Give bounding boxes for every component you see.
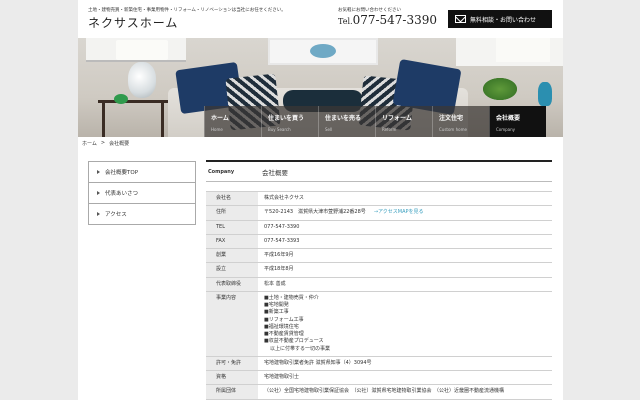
breadcrumb: ホーム > 会社概要 xyxy=(82,140,129,147)
sidebar-item-greeting[interactable]: 代表あいさつ xyxy=(88,183,196,204)
site-logo[interactable]: ネクサスホーム xyxy=(88,14,178,31)
row-key: 事業内容 xyxy=(206,290,258,357)
sidebar-menu: 会社概要TOP 代表あいさつ アクセス xyxy=(88,161,196,225)
breadcrumb-current: 会社概要 xyxy=(109,141,130,147)
business-item: ■収益不動産プロデュース xyxy=(264,338,324,345)
row-key: 資格 xyxy=(206,369,258,386)
sidebar-item-access[interactable]: アクセス xyxy=(88,204,196,225)
business-item: ■福祉環境住宅 xyxy=(264,323,299,330)
nav-item-sub: Buy Search xyxy=(268,127,291,132)
table-row: 資格 宅地建物取引士 xyxy=(206,369,552,386)
address-text: 〒520-2143 滋賀県大津市萱野浦22番28号 xyxy=(264,209,366,216)
sidebar-item-company-top[interactable]: 会社概要TOP xyxy=(88,162,196,183)
hero-plant xyxy=(483,78,517,100)
nav-item-sell[interactable]: 住まいを売る Sell xyxy=(318,106,375,137)
row-key: FAX xyxy=(206,233,258,250)
page-container: 土地・建物売買・新築住宅・事業用物件・リフォーム・リノベーションは当社にお任せく… xyxy=(78,0,563,400)
row-key: 設立 xyxy=(206,262,258,278)
nav-item-reform[interactable]: リフォーム Reform xyxy=(375,106,432,137)
tel-prefix: Tel. xyxy=(338,17,353,26)
contact-button[interactable]: 無料相談・お問い合わせ xyxy=(448,10,552,28)
table-row: FAX 077-547-3393 xyxy=(206,233,552,250)
company-info-table: 会社名 株式会社ネクサス 住所 〒520-2143 滋賀県大津市萱野浦22番28号 →… xyxy=(206,190,552,400)
triangle-right-icon xyxy=(97,191,100,195)
nav-item-label: 住まいを売る xyxy=(325,115,362,122)
business-item: ■土地・建物売買・仲介 xyxy=(264,294,319,301)
row-key: 会社名 xyxy=(206,190,258,207)
access-map-link[interactable]: →アクセスMAPを見る xyxy=(374,209,424,215)
row-value: 宅地建物取引業者免許 滋賀県知事（4）3094号 xyxy=(258,355,552,372)
triangle-right-icon xyxy=(97,170,100,174)
nav-item-sub: Home xyxy=(211,127,223,132)
triangle-right-icon xyxy=(97,212,100,216)
nav-item-custom-home[interactable]: 注文住宅 Custom home xyxy=(432,106,489,137)
row-value: 松本 善成 xyxy=(258,276,552,292)
page-title-jp: 会社概要 xyxy=(262,168,288,177)
row-value: 平成18年8月 xyxy=(258,262,552,278)
row-value: ■土地・建物売買・仲介 ■宅地開発 ■新築工事 ■リフォーム工事 ■福祉環境住宅… xyxy=(258,290,552,357)
hero-side-table xyxy=(98,100,168,137)
business-item: ■新築工事 xyxy=(264,309,289,316)
row-key: 許可・免許 xyxy=(206,355,258,372)
business-item-extra: 以上に付帯する一切の事業 xyxy=(270,345,331,352)
row-value: 077-547-3390 xyxy=(258,219,552,235)
sidebar-item-label: 会社概要TOP xyxy=(105,170,139,176)
tel-number: 077-547-3390 xyxy=(352,13,438,27)
table-row: 住所 〒520-2143 滋賀県大津市萱野浦22番28号 →アクセスMAPを見る xyxy=(206,205,552,221)
table-row: 設立 平成18年8月 xyxy=(206,262,552,278)
table-row: 事業内容 ■土地・建物売買・仲介 ■宅地開発 ■新築工事 ■リフォーム工事 ■福… xyxy=(206,290,552,357)
nav-item-label: ホーム xyxy=(211,115,229,122)
nav-item-buy[interactable]: 住まいを買う Buy Search xyxy=(261,106,318,137)
nav-item-sub: Reform xyxy=(382,127,397,132)
page-title-en: Company xyxy=(208,168,235,175)
table-row: 会社名 株式会社ネクサス xyxy=(206,190,552,207)
sidebar-item-label: アクセス xyxy=(105,212,127,218)
nav-item-label: 会社概要 xyxy=(496,115,521,122)
row-value: （公社）全国宅地建物取引業保証協会 （公社）滋賀県宅地建物取引業協会 （公社）近… xyxy=(258,384,552,400)
nav-item-sub: Custom home xyxy=(439,127,467,132)
nav-item-label: リフォーム xyxy=(382,115,412,122)
row-key: 所属団体 xyxy=(206,384,258,400)
row-key: 代表取締役 xyxy=(206,276,258,292)
nav-item-label: 注文住宅 xyxy=(439,115,464,122)
hero-lamp-base xyxy=(128,62,156,98)
global-nav: ホーム Home 住まいを買う Buy Search 住まいを売る Sell リフォー… xyxy=(204,106,563,137)
hero-wall-art xyxy=(268,38,378,65)
sidebar-item-label: 代表あいさつ xyxy=(105,191,139,197)
hero-lamp-shade xyxy=(116,40,168,60)
row-key: 住所 xyxy=(206,205,258,221)
business-item: ■リフォーム工事 xyxy=(264,316,304,323)
row-value: 平成16年9月 xyxy=(258,247,552,264)
header-tagline: 土地・建物売買・新築住宅・事業用物件・リフォーム・リノベーションは当社にお任せく… xyxy=(88,8,286,13)
breadcrumb-separator: > xyxy=(100,140,106,146)
nav-item-sub: Sell xyxy=(325,127,333,132)
mail-icon xyxy=(455,15,466,23)
nav-item-sub: Company xyxy=(496,127,516,132)
row-key: 創業 xyxy=(206,247,258,264)
hero-wall-art-inner xyxy=(310,44,336,58)
breadcrumb-home[interactable]: ホーム xyxy=(82,140,97,147)
business-item: ■宅地開発 xyxy=(264,302,289,308)
header-tel: Tel.077-547-3390 xyxy=(338,13,437,27)
nav-item-label: 住まいを買う xyxy=(268,115,305,122)
row-value: 〒520-2143 滋賀県大津市萱野浦22番28号 →アクセスMAPを見る xyxy=(258,205,552,221)
row-value: 株式会社ネクサス xyxy=(258,190,552,207)
hero-vase xyxy=(538,82,552,106)
table-row: 代表取締役 松本 善成 xyxy=(206,276,552,292)
table-row: 創業 平成16年9月 xyxy=(206,247,552,264)
row-key: TEL xyxy=(206,219,258,235)
table-row: 所属団体 （公社）全国宅地建物取引業保証協会 （公社）滋賀県宅地建物取引業協会 （… xyxy=(206,384,552,400)
page-title: Company 会社概要 xyxy=(206,160,552,182)
row-value: 077-547-3393 xyxy=(258,233,552,250)
table-row: TEL 077-547-3390 xyxy=(206,219,552,235)
contact-button-label: 無料相談・お問い合わせ xyxy=(470,16,537,24)
row-value: 宅地建物取引士 xyxy=(258,369,552,386)
nav-item-home[interactable]: ホーム Home xyxy=(204,106,261,137)
hero-lamp-right xyxy=(496,38,550,62)
hero-decor-ball xyxy=(114,94,128,104)
table-row: 許可・免許 宅地建物取引業者免許 滋賀県知事（4）3094号 xyxy=(206,355,552,372)
nav-item-company[interactable]: 会社概要 Company xyxy=(489,106,546,137)
